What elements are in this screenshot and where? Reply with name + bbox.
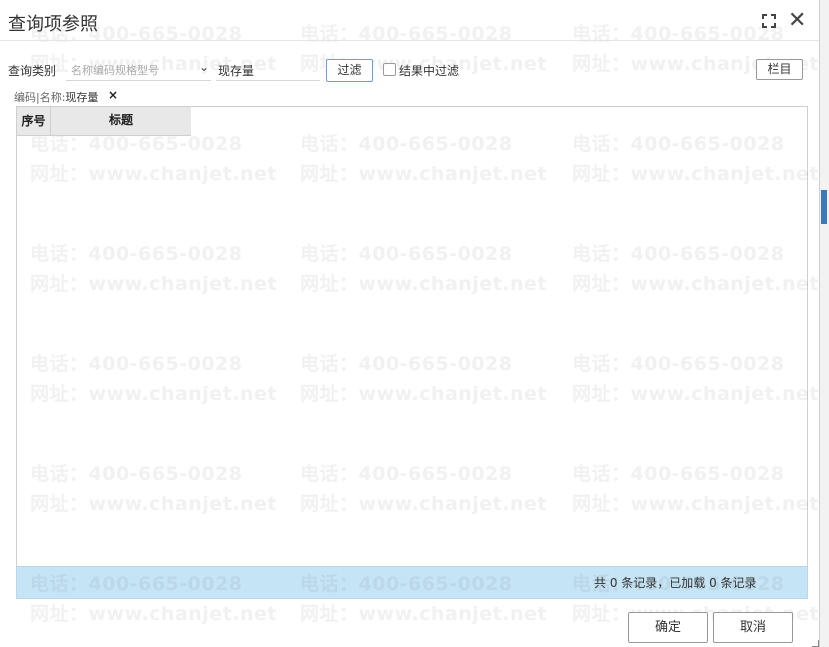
background-edge-mark — [821, 190, 827, 224]
grid-header: 序号 标题 — [17, 107, 191, 136]
results-grid — [16, 106, 808, 567]
column-header-title[interactable]: 标题 — [51, 107, 191, 135]
breadcrumb-prefix: 编码|名称: — [14, 91, 66, 104]
filter-button[interactable]: 过滤 — [326, 59, 373, 82]
remove-filter-icon[interactable]: × — [108, 88, 118, 102]
query-category-value: 名称编码规格型号 — [71, 64, 159, 77]
filter-in-results-checkbox[interactable] — [383, 63, 396, 76]
dialog-title: 查询项参照 — [8, 14, 98, 35]
maximize-icon[interactable] — [762, 14, 776, 28]
cancel-button[interactable]: 取消 — [713, 612, 793, 643]
record-count: 共 0 条记录，已加载 0 条记录 — [594, 576, 757, 590]
resize-handle[interactable] — [812, 640, 819, 647]
filter-in-results-label: 结果中过滤 — [399, 64, 460, 78]
breadcrumb-value: 现存量 — [65, 91, 99, 104]
confirm-button[interactable]: 确定 — [628, 612, 708, 643]
columns-button[interactable]: 栏目 — [756, 59, 803, 80]
query-category-label: 查询类别 — [8, 64, 57, 78]
title-divider — [0, 40, 820, 41]
keyword-input-value: 现存量 — [218, 64, 255, 78]
close-icon[interactable]: ✕ — [788, 10, 806, 32]
background-window-edge — [819, 0, 829, 647]
chevron-down-icon: ⌄ — [198, 60, 209, 74]
keyword-input[interactable]: 现存量 — [216, 58, 320, 81]
column-header-seq[interactable]: 序号 — [17, 107, 51, 135]
breadcrumb: 编码|名称:现存量 — [14, 89, 98, 105]
query-category-select[interactable]: 名称编码规格型号 ⌄ — [66, 58, 211, 81]
